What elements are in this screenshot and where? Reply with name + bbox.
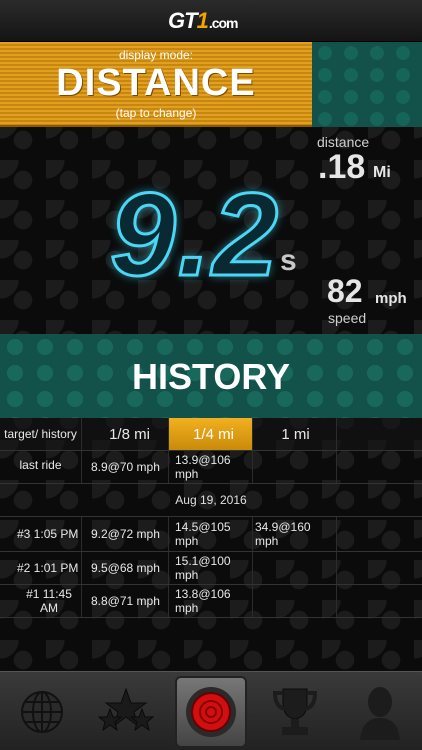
run-mile: [253, 585, 337, 617]
speed-label: speed: [328, 310, 367, 326]
trophy-icon: [272, 688, 318, 735]
last-ride-mile: [253, 451, 337, 483]
run-quarter: 15.1@100 mph: [169, 552, 253, 584]
tab-eighth-mile[interactable]: 1/8 mi: [82, 418, 169, 450]
tab-profile[interactable]: [338, 672, 422, 750]
run-eighth: 8.8@71 mph: [82, 585, 169, 617]
run-eighth: 9.2@72 mph: [82, 517, 169, 551]
run-mile: [253, 552, 337, 584]
display-mode-value: DISTANCE: [56, 62, 256, 104]
main-display: distance .18 Mi 9.2 s 82 mph speed: [0, 127, 422, 334]
run-label: #2 1:01 PM: [0, 552, 82, 584]
tab-quarter-mile[interactable]: 1/4 mi: [169, 418, 253, 450]
tab-globe[interactable]: [0, 672, 84, 750]
run-mile: 34.9@160 mph: [253, 517, 337, 551]
mode-side-panel: [312, 42, 422, 127]
table-row[interactable]: #3 1:05 PM 9.2@72 mph 14.5@105 mph 34.9@…: [0, 517, 422, 552]
table-row[interactable]: #1 11:45 AM 8.8@71 mph 13.8@106 mph: [0, 585, 422, 618]
distance-value: .18: [318, 148, 366, 186]
elapsed-time-unit: s: [280, 244, 297, 277]
stop-button-icon: [175, 675, 247, 748]
run-quarter: 14.5@105 mph: [169, 517, 253, 551]
run-label: #1 11:45 AM: [0, 585, 82, 617]
last-ride-eighth: 8.9@70 mph: [82, 451, 169, 483]
elapsed-time-value: 9.2: [108, 168, 281, 303]
row-filler: [337, 585, 422, 617]
tab-record[interactable]: [169, 672, 253, 750]
run-eighth: 9.5@68 mph: [82, 552, 169, 584]
row-filler: [337, 517, 422, 551]
last-ride-row[interactable]: last ride 8.9@70 mph 13.9@106 mph: [0, 451, 422, 484]
last-ride-label: last ride: [0, 451, 82, 483]
last-ride-quarter: 13.9@106 mph: [169, 451, 253, 483]
profile-icon: [360, 686, 400, 740]
gt1-logo: GT1.com: [168, 8, 238, 33]
row-filler: [337, 451, 422, 483]
display-mode-button[interactable]: display mode: DISTANCE (tap to change): [0, 42, 312, 127]
tab-one-mile[interactable]: 1 mi: [253, 418, 337, 450]
tab-trophy[interactable]: [253, 672, 337, 750]
bottom-tab-bar: [0, 671, 422, 750]
globe-icon: [21, 690, 63, 733]
table-row[interactable]: #2 1:01 PM 9.5@68 mph 15.1@100 mph: [0, 552, 422, 585]
run-label: #3 1:05 PM: [0, 517, 82, 551]
record-button-graphic: [186, 686, 236, 737]
header-empty-cell: [337, 418, 422, 450]
stars-icon: [98, 687, 154, 731]
table-header-row: target/ history 1/8 mi 1/4 mi 1 mi: [0, 418, 422, 451]
history-table: target/ history 1/8 mi 1/4 mi 1 mi last …: [0, 418, 422, 671]
history-title: HISTORY: [131, 356, 291, 397]
speed-unit: mph: [375, 290, 407, 307]
top-bar: GT1.com: [0, 0, 422, 42]
header-target-history: target/ history: [0, 418, 82, 450]
tab-stars[interactable]: [84, 672, 168, 750]
row-filler: [337, 552, 422, 584]
date-separator: Aug 19, 2016: [0, 484, 422, 517]
display-mode-label: display mode:: [118, 48, 194, 62]
display-mode-hint: (tap to change): [115, 106, 197, 120]
speed-value: 82: [327, 273, 363, 309]
distance-unit: Mi: [373, 164, 391, 181]
history-header: HISTORY: [0, 334, 422, 418]
run-quarter: 13.8@106 mph: [169, 585, 253, 617]
